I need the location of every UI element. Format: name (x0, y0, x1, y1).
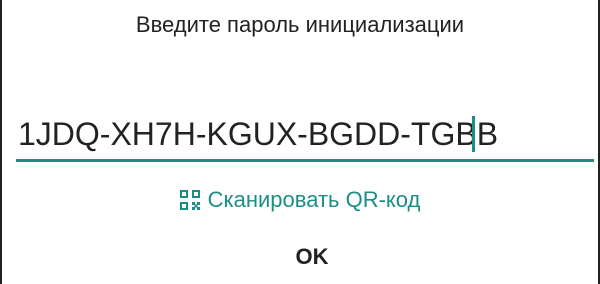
scan-qr-label: Сканировать QR-код (207, 187, 421, 212)
text-cursor (472, 116, 475, 152)
scan-qr-button[interactable]: Сканировать QR-код (2, 184, 598, 216)
password-field[interactable] (16, 112, 596, 162)
dialog-title: Введите пароль инициализации (135, 12, 465, 37)
password-input[interactable] (16, 112, 596, 156)
qr-code-icon (179, 190, 200, 210)
ok-button[interactable]: OK (252, 240, 372, 274)
password-dialog: Введите пароль инициализации Сканировать… (0, 0, 600, 284)
